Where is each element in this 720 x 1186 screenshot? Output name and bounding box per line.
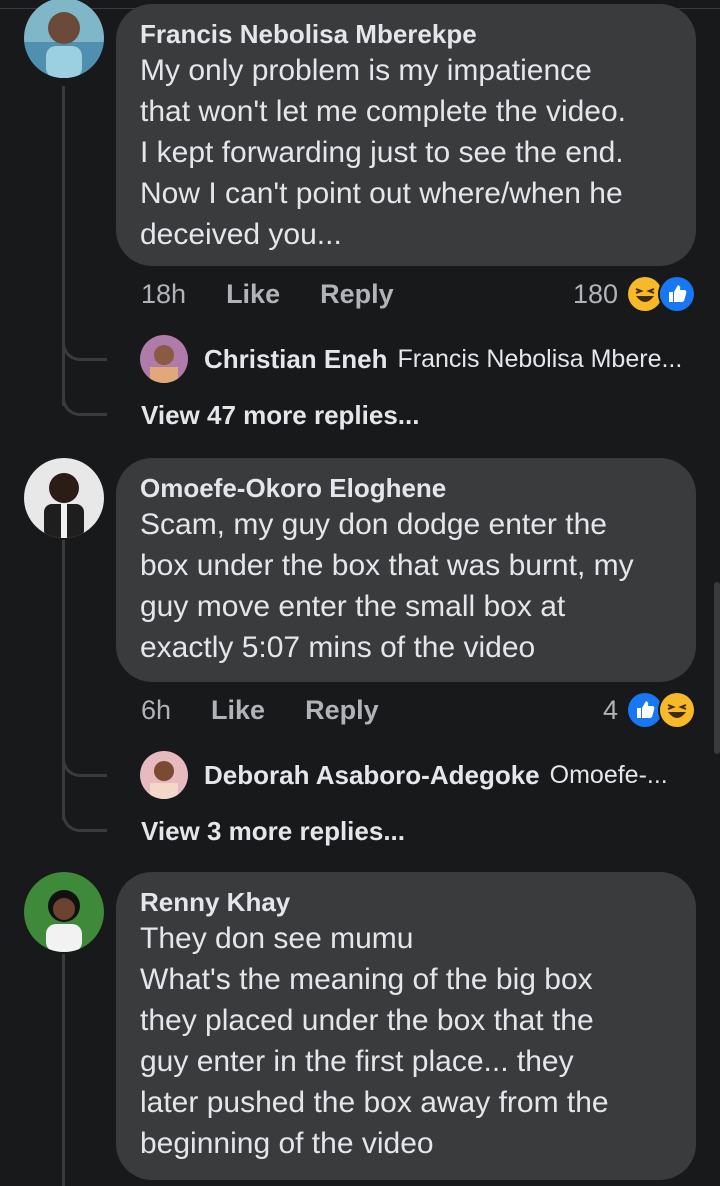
- reply-author[interactable]: Christian Eneh: [204, 344, 387, 375]
- reply-preview[interactable]: Christian Eneh Francis Nebolisa Mbere...: [140, 334, 682, 384]
- reply-button[interactable]: Reply: [320, 279, 394, 310]
- more-connector: [62, 393, 107, 416]
- like-icon: [658, 275, 696, 313]
- reaction-count: 180: [572, 278, 618, 309]
- haha-icon: [658, 691, 696, 729]
- comment-text: Scam, my guy don dodge enter the box und…: [140, 508, 634, 664]
- reply-preview[interactable]: Deborah Asaboro-Adegoke Omoefe-...: [140, 750, 668, 800]
- comment-bubble[interactable]: Renny Khay They don see mumu What's the …: [116, 872, 696, 1180]
- reply-connector: [62, 754, 107, 777]
- reply-avatar: [140, 335, 188, 383]
- thread-line: [62, 540, 65, 820]
- comment-bubble[interactable]: Omoefe-Okoro Eloghene Scam, my guy don d…: [116, 458, 696, 682]
- reaction-summary[interactable]: 4: [603, 690, 696, 730]
- reply-author[interactable]: Deborah Asaboro-Adegoke: [204, 760, 540, 791]
- avatar[interactable]: [24, 0, 104, 78]
- comment-time[interactable]: 6h: [141, 695, 171, 726]
- reply-snippet: Omoefe-...: [549, 760, 668, 789]
- comment-author[interactable]: Renny Khay: [140, 886, 672, 918]
- comment-author[interactable]: Francis Nebolisa Mberekpe: [140, 18, 672, 50]
- like-button[interactable]: Like: [226, 279, 280, 310]
- more-connector: [62, 809, 107, 832]
- avatar[interactable]: [24, 872, 104, 952]
- reply-avatar: [140, 751, 188, 799]
- comment-text: My only problem is my impatience that wo…: [140, 54, 626, 251]
- reaction-count: 4: [602, 694, 618, 725]
- reply-button[interactable]: Reply: [305, 695, 379, 726]
- reaction-summary[interactable]: 180: [573, 274, 696, 314]
- reply-connector: [62, 338, 107, 361]
- view-more-replies[interactable]: View 47 more replies...: [141, 400, 419, 431]
- scrollbar[interactable]: [714, 582, 720, 754]
- comment-actions: 18h Like Reply: [141, 274, 434, 314]
- view-more-replies[interactable]: View 3 more replies...: [141, 816, 405, 847]
- reply-snippet: Francis Nebolisa Mbere...: [397, 344, 683, 373]
- comment-bubble[interactable]: Francis Nebolisa Mberekpe My only proble…: [116, 4, 696, 266]
- comment-actions: 6h Like Reply: [141, 690, 419, 730]
- thread-line: [62, 954, 65, 1186]
- avatar[interactable]: [24, 458, 104, 538]
- like-button[interactable]: Like: [211, 695, 265, 726]
- comment-author[interactable]: Omoefe-Okoro Eloghene: [140, 472, 672, 504]
- comment-text: They don see mumu What's the meaning of …: [140, 922, 609, 1160]
- comment-time[interactable]: 18h: [141, 279, 186, 310]
- thread-line: [62, 86, 65, 406]
